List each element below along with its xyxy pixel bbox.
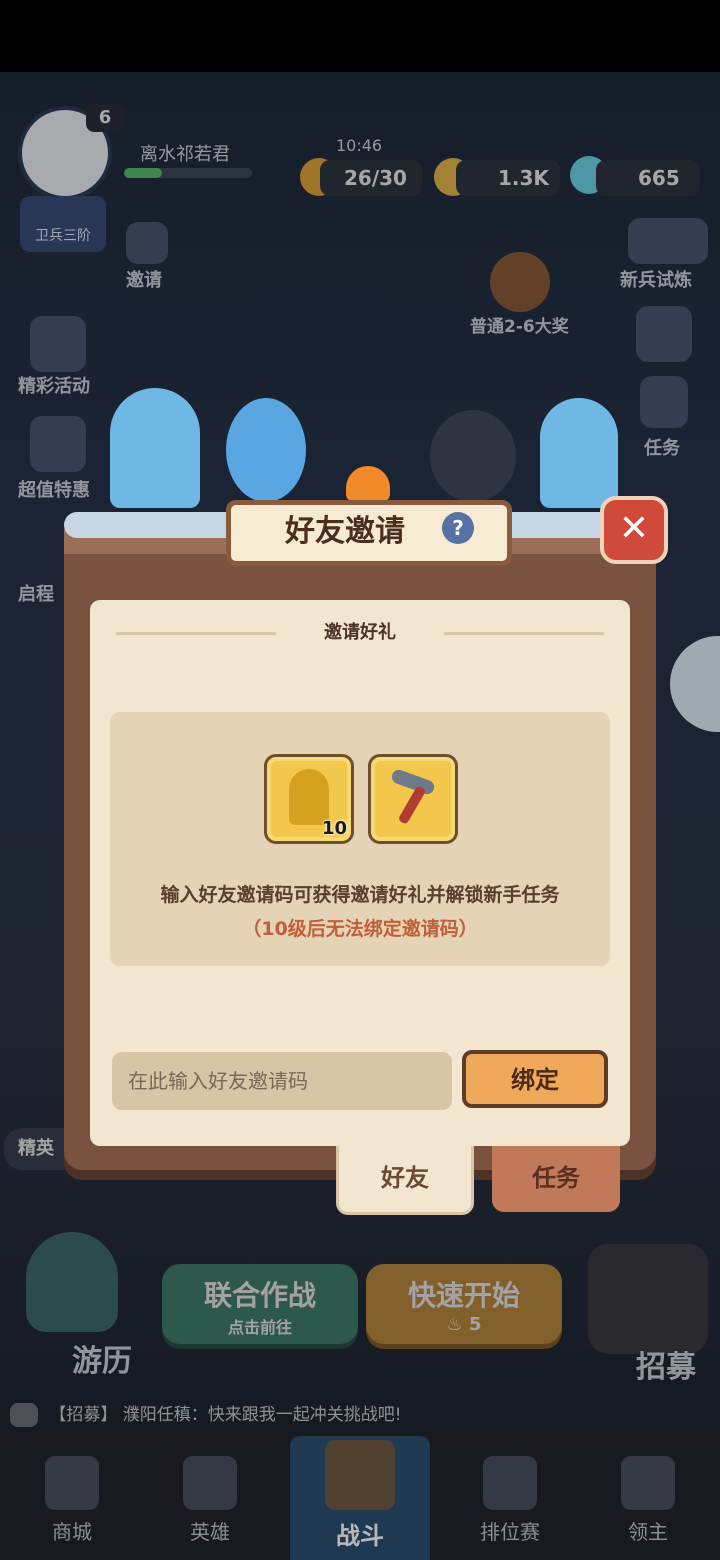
- reward-pickaxe[interactable]: [368, 754, 458, 844]
- section-title: 邀请好礼: [324, 622, 396, 643]
- dialog-title: 好友邀请: [285, 514, 405, 549]
- tab-friend[interactable]: 好友: [336, 1146, 474, 1215]
- penguin-icon: [430, 410, 516, 502]
- section-divider-right: [444, 632, 604, 635]
- help-icon[interactable]: ?: [442, 512, 474, 544]
- bind-button[interactable]: 绑定: [462, 1050, 608, 1108]
- invite-note: （10级后无法绑定邀请码）: [242, 918, 478, 940]
- campfire-icon: [346, 466, 390, 502]
- reward-key-qty: 10: [321, 818, 347, 839]
- close-button[interactable]: ✕: [600, 496, 668, 564]
- invite-description: 输入好友邀请码可获得邀请好礼并解锁新手任务: [160, 884, 560, 906]
- snowman-icon: [226, 398, 306, 502]
- pickaxe-handle: [397, 785, 427, 825]
- section-divider-left: [116, 632, 276, 635]
- reward-key[interactable]: 10: [264, 754, 354, 844]
- invite-code-input[interactable]: 在此输入好友邀请码: [112, 1052, 452, 1110]
- golden-key-icon: [289, 769, 329, 825]
- invite-code-placeholder: 在此输入好友邀请码: [128, 1069, 308, 1093]
- snow-tree-icon: [540, 398, 618, 508]
- snow-tree-icon: [110, 388, 200, 508]
- tab-task[interactable]: 任务: [492, 1146, 620, 1212]
- status-bar: [0, 0, 720, 72]
